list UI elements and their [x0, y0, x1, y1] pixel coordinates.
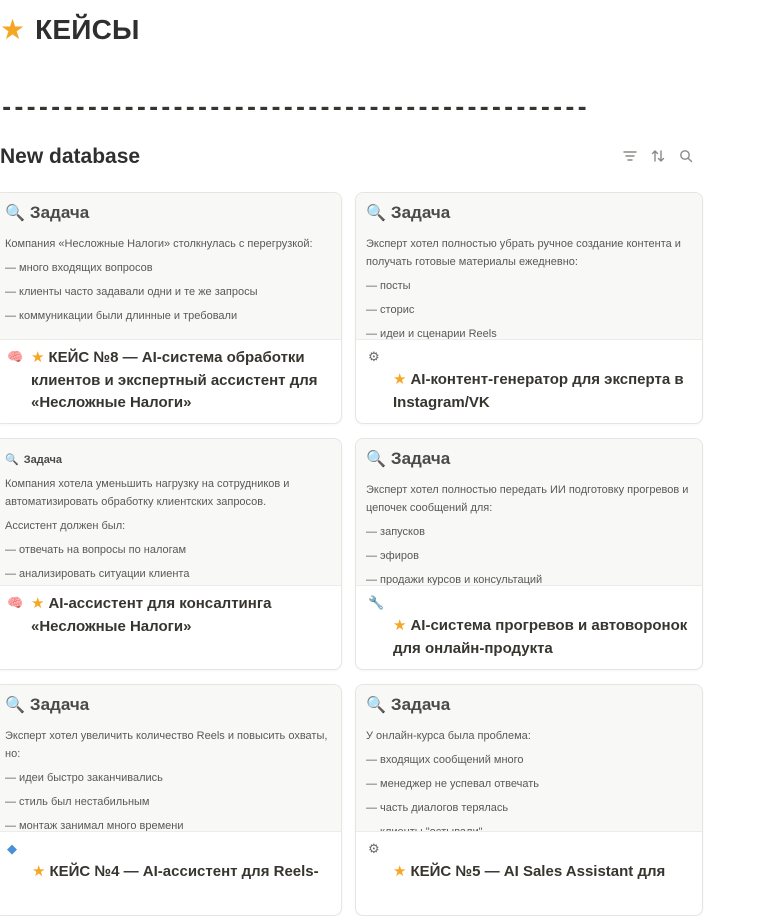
card-title[interactable]: ★ КЕЙС №4 — AI-ассистент для Reels-: [32, 861, 327, 884]
brain-icon: 🧠: [7, 349, 24, 364]
card-footer: 🧠 ★ КЕЙС №8 — AI-система обработки клиент…: [0, 339, 341, 423]
magnifier-icon: 🔍: [366, 697, 386, 714]
card-preview: 🔍 Задача У онлайн-курса была проблема: —…: [356, 685, 702, 832]
card-preview: 🔍 Задача Эксперт хотел увеличить количес…: [0, 685, 341, 832]
star-icon: ★: [393, 617, 407, 634]
magnifier-icon: 🔍: [5, 454, 19, 466]
star-icon: ★: [31, 349, 45, 366]
preview-title: 🔍 Задача: [366, 695, 451, 714]
gallery-card[interactable]: 🔍 Задача Компания хотела уменьшить нагру…: [0, 438, 342, 670]
sort-icon[interactable]: [650, 148, 666, 164]
magnifier-icon: 🔍: [5, 205, 25, 222]
preview-title: 🔍 Задача: [366, 203, 451, 222]
filter-icon[interactable]: [622, 148, 638, 164]
preview-title: 🔍 Задача: [5, 203, 90, 222]
gear-icon: ⚙: [368, 349, 380, 364]
preview-text: Эксперт хотел полностью передать ИИ подг…: [366, 484, 689, 586]
gallery-card[interactable]: 🔍 Задача Эксперт хотел полностью передат…: [355, 438, 703, 670]
star-icon: ★: [32, 863, 46, 880]
search-icon[interactable]: [678, 148, 694, 164]
preview-title: 🔍 Задача: [366, 449, 451, 468]
gallery-card[interactable]: 🔍 Задача Эксперт хотел полностью убрать …: [355, 192, 703, 424]
gallery-card[interactable]: 🔍 Задача Компания «Несложные Налоги» сто…: [0, 192, 342, 424]
preview-text: У онлайн-курса была проблема: — входящих…: [366, 730, 540, 832]
preview-text: Эксперт хотел увеличить количество Reels…: [5, 730, 328, 832]
card-footer: ◆ ★ КЕЙС №4 — AI-ассистент для Reels-: [0, 831, 341, 915]
card-title[interactable]: ★ КЕЙС №5 — AI Sales Assistant для: [393, 861, 688, 884]
preview-title: 🔍 Задача: [5, 453, 63, 467]
diamond-icon: ◆: [7, 841, 17, 856]
star-icon: ★: [0, 14, 26, 45]
page-title: ★ КЕЙСЫ: [0, 12, 140, 48]
card-preview: 🔍 Задача Эксперт хотел полностью убрать …: [356, 193, 702, 340]
dashed-divider: ----------------------------------------…: [0, 96, 589, 121]
preview-title: 🔍 Задача: [5, 695, 90, 714]
database-title[interactable]: New database: [0, 145, 140, 169]
star-icon: ★: [393, 371, 407, 388]
page-title-text: КЕЙСЫ: [35, 14, 140, 45]
card-footer: ⚙ ★ AI-контент-генератор для эксперта в I…: [356, 339, 702, 423]
card-footer: 🔧 ★ AI-система прогревов и автоворонок дл…: [356, 585, 702, 669]
card-preview: 🔍 Задача Компания «Несложные Налоги» сто…: [0, 193, 341, 340]
card-title[interactable]: ★ AI-система прогревов и автоворонок для …: [393, 615, 688, 660]
card-title[interactable]: ★ AI-ассистент для консалтинга «Несложные…: [31, 593, 327, 638]
preview-text: Компания хотела уменьшить нагрузку на со…: [5, 478, 290, 580]
gallery-card[interactable]: 🔍 Задача Эксперт хотел увеличить количес…: [0, 684, 342, 916]
card-title[interactable]: ★ AI-контент-генератор для эксперта в Ins…: [393, 369, 688, 414]
card-footer: ⚙ ★ КЕЙС №5 — AI Sales Assistant для: [356, 831, 702, 915]
preview-text: Компания «Несложные Налоги» столкнулась …: [5, 238, 313, 322]
star-icon: ★: [31, 595, 45, 612]
magnifier-icon: 🔍: [5, 697, 25, 714]
wrench-icon: 🔧: [368, 595, 385, 610]
card-title[interactable]: ★ КЕЙС №8 — AI-система обработки клиентов…: [31, 347, 327, 415]
gallery-card[interactable]: 🔍 Задача У онлайн-курса была проблема: —…: [355, 684, 703, 916]
card-preview: 🔍 Задача Эксперт хотел полностью передат…: [356, 439, 702, 586]
magnifier-icon: 🔍: [366, 451, 386, 468]
card-preview: 🔍 Задача Компания хотела уменьшить нагру…: [0, 439, 341, 586]
database-toolbar: [622, 148, 694, 164]
brain-icon: 🧠: [7, 595, 24, 610]
card-footer: 🧠 ★ AI-ассистент для консалтинга «Несложн…: [0, 585, 341, 669]
star-icon: ★: [393, 863, 407, 880]
gear-icon: ⚙: [368, 841, 380, 856]
magnifier-icon: 🔍: [366, 205, 386, 222]
preview-text: Эксперт хотел полностью убрать ручное со…: [366, 238, 681, 340]
